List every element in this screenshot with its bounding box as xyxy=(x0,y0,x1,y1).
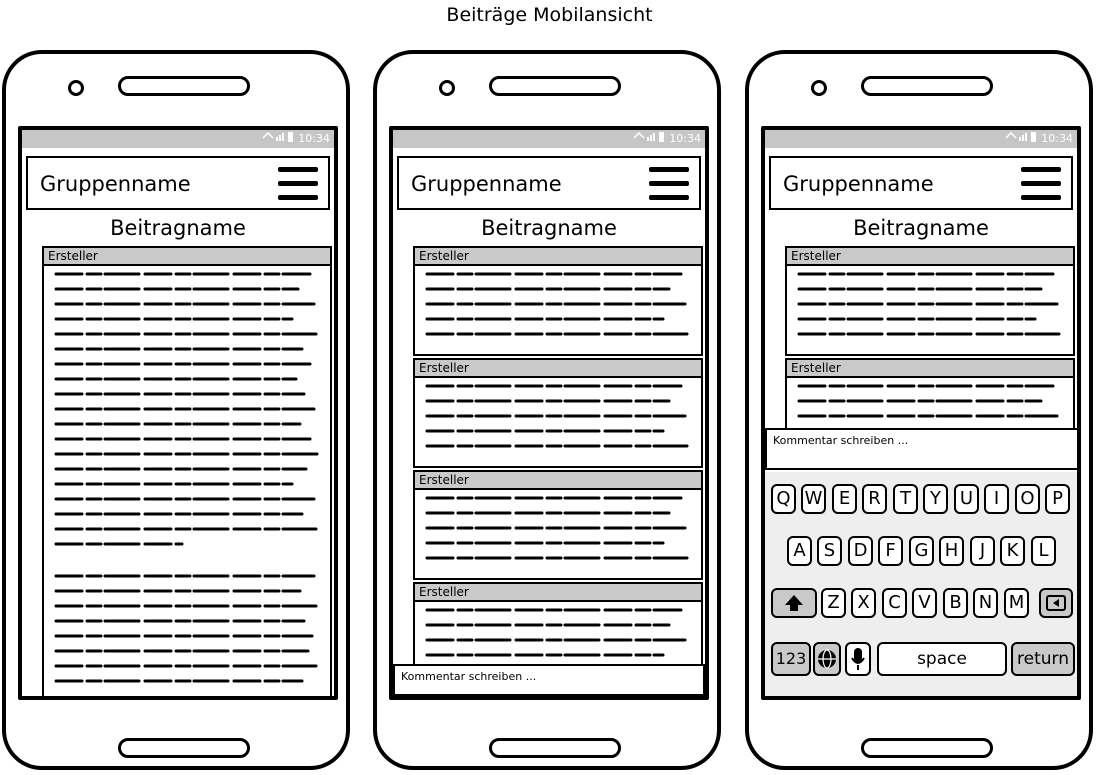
key[interactable]: T xyxy=(893,484,918,514)
post-author: Ersteller xyxy=(415,584,701,602)
post-author: Ersteller xyxy=(415,248,701,266)
phone-screen: 10:34 Gruppenname Beitragname Ersteller … xyxy=(761,126,1081,700)
post-author: Ersteller xyxy=(415,472,701,490)
globe-icon xyxy=(818,649,836,669)
key[interactable]: S xyxy=(817,536,842,566)
post-author: Ersteller xyxy=(787,248,1073,266)
signal-battery-icon xyxy=(1004,130,1038,148)
speaker-icon xyxy=(489,76,621,96)
post-title: Beitragname xyxy=(853,216,989,240)
numbers-key[interactable]: 123 xyxy=(771,642,811,676)
key[interactable]: P xyxy=(1045,484,1070,514)
post-text-scribble xyxy=(54,272,320,683)
shift-key[interactable] xyxy=(771,588,817,618)
app-bar: Gruppenname xyxy=(26,156,330,210)
comment-input[interactable]: Kommentar schreiben ... xyxy=(393,664,705,696)
speaker-icon xyxy=(861,76,993,96)
status-bar: 10:34 xyxy=(22,130,334,148)
post-text-scribble xyxy=(425,496,689,560)
status-time: 10:34 xyxy=(669,132,701,145)
key[interactable]: F xyxy=(878,536,903,566)
post-author: Ersteller xyxy=(415,360,701,378)
backspace-key[interactable] xyxy=(1039,588,1073,618)
post-author: Ersteller xyxy=(787,360,1073,378)
app-bar: Gruppenname xyxy=(397,156,701,210)
post-card[interactable]: Ersteller xyxy=(785,246,1075,356)
post-title: Beitragname xyxy=(110,216,246,240)
app-bar: Gruppenname xyxy=(769,156,1073,210)
home-button[interactable] xyxy=(861,738,993,758)
hamburger-menu-icon[interactable] xyxy=(649,167,689,201)
microphone-key[interactable] xyxy=(845,642,871,676)
key[interactable]: N xyxy=(973,588,998,618)
key[interactable]: K xyxy=(1000,536,1025,566)
group-name: Gruppenname xyxy=(411,172,562,196)
post-author: Ersteller xyxy=(44,248,330,266)
space-key[interactable]: space xyxy=(877,642,1007,676)
key[interactable]: U xyxy=(954,484,979,514)
key[interactable]: X xyxy=(851,588,876,618)
signal-battery-icon xyxy=(632,130,666,148)
post-card: Ersteller xyxy=(42,246,332,696)
group-name: Gruppenname xyxy=(783,172,934,196)
key[interactable]: Q xyxy=(771,484,796,514)
phone-mockup-single-post: 10:34 Gruppenname Beitragname Ersteller xyxy=(2,50,350,770)
signal-battery-icon xyxy=(261,130,295,148)
key[interactable]: A xyxy=(787,536,812,566)
key[interactable]: H xyxy=(939,536,964,566)
comment-input[interactable]: Kommentar schreiben ... xyxy=(765,428,1077,470)
return-key[interactable]: return xyxy=(1011,642,1075,676)
hamburger-menu-icon[interactable] xyxy=(1021,167,1061,201)
backspace-icon xyxy=(1046,595,1066,611)
post-text-scribble xyxy=(425,384,689,448)
page-title: Beiträge Mobilansicht xyxy=(446,4,653,26)
key[interactable]: M xyxy=(1004,588,1029,618)
key[interactable]: O xyxy=(1015,484,1040,514)
speaker-icon xyxy=(118,76,250,96)
phone-screen: 10:34 Gruppenname Beitragname Ersteller … xyxy=(389,126,709,700)
home-button[interactable] xyxy=(118,738,250,758)
status-time: 10:34 xyxy=(298,132,330,145)
on-screen-keyboard: Q W E R T Y U I O P A S D F G H J K L Z … xyxy=(765,472,1077,696)
key[interactable]: C xyxy=(882,588,907,618)
key[interactable]: R xyxy=(862,484,887,514)
key[interactable]: G xyxy=(909,536,934,566)
phone-mockup-comment-keyboard: 10:34 Gruppenname Beitragname Ersteller … xyxy=(745,50,1093,770)
post-card[interactable]: Ersteller xyxy=(413,358,703,468)
status-bar: 10:34 xyxy=(765,130,1077,148)
post-text-scribble xyxy=(425,272,689,336)
key[interactable]: B xyxy=(943,588,968,618)
status-time: 10:34 xyxy=(1041,132,1073,145)
post-text-scribble xyxy=(797,272,1061,336)
key[interactable]: D xyxy=(848,536,873,566)
microphone-icon xyxy=(851,648,865,670)
camera-icon xyxy=(439,80,455,96)
status-bar: 10:34 xyxy=(393,130,705,148)
key[interactable]: Y xyxy=(923,484,948,514)
key[interactable]: W xyxy=(801,484,826,514)
phone-mockup-post-list: 10:34 Gruppenname Beitragname Ersteller … xyxy=(373,50,721,770)
key[interactable]: Z xyxy=(821,588,846,618)
phone-screen: 10:34 Gruppenname Beitragname Ersteller xyxy=(18,126,338,700)
camera-icon xyxy=(68,80,84,96)
post-card[interactable]: Ersteller xyxy=(413,470,703,580)
key[interactable]: E xyxy=(832,484,857,514)
group-name: Gruppenname xyxy=(40,172,191,196)
camera-icon xyxy=(811,80,827,96)
shift-arrow-icon xyxy=(785,595,803,611)
key[interactable]: V xyxy=(912,588,937,618)
hamburger-menu-icon[interactable] xyxy=(278,167,318,201)
globe-key[interactable] xyxy=(813,642,841,676)
key[interactable]: I xyxy=(984,484,1009,514)
key[interactable]: J xyxy=(970,536,995,566)
home-button[interactable] xyxy=(489,738,621,758)
post-title: Beitragname xyxy=(481,216,617,240)
post-card[interactable]: Ersteller xyxy=(413,246,703,356)
key[interactable]: L xyxy=(1031,536,1056,566)
